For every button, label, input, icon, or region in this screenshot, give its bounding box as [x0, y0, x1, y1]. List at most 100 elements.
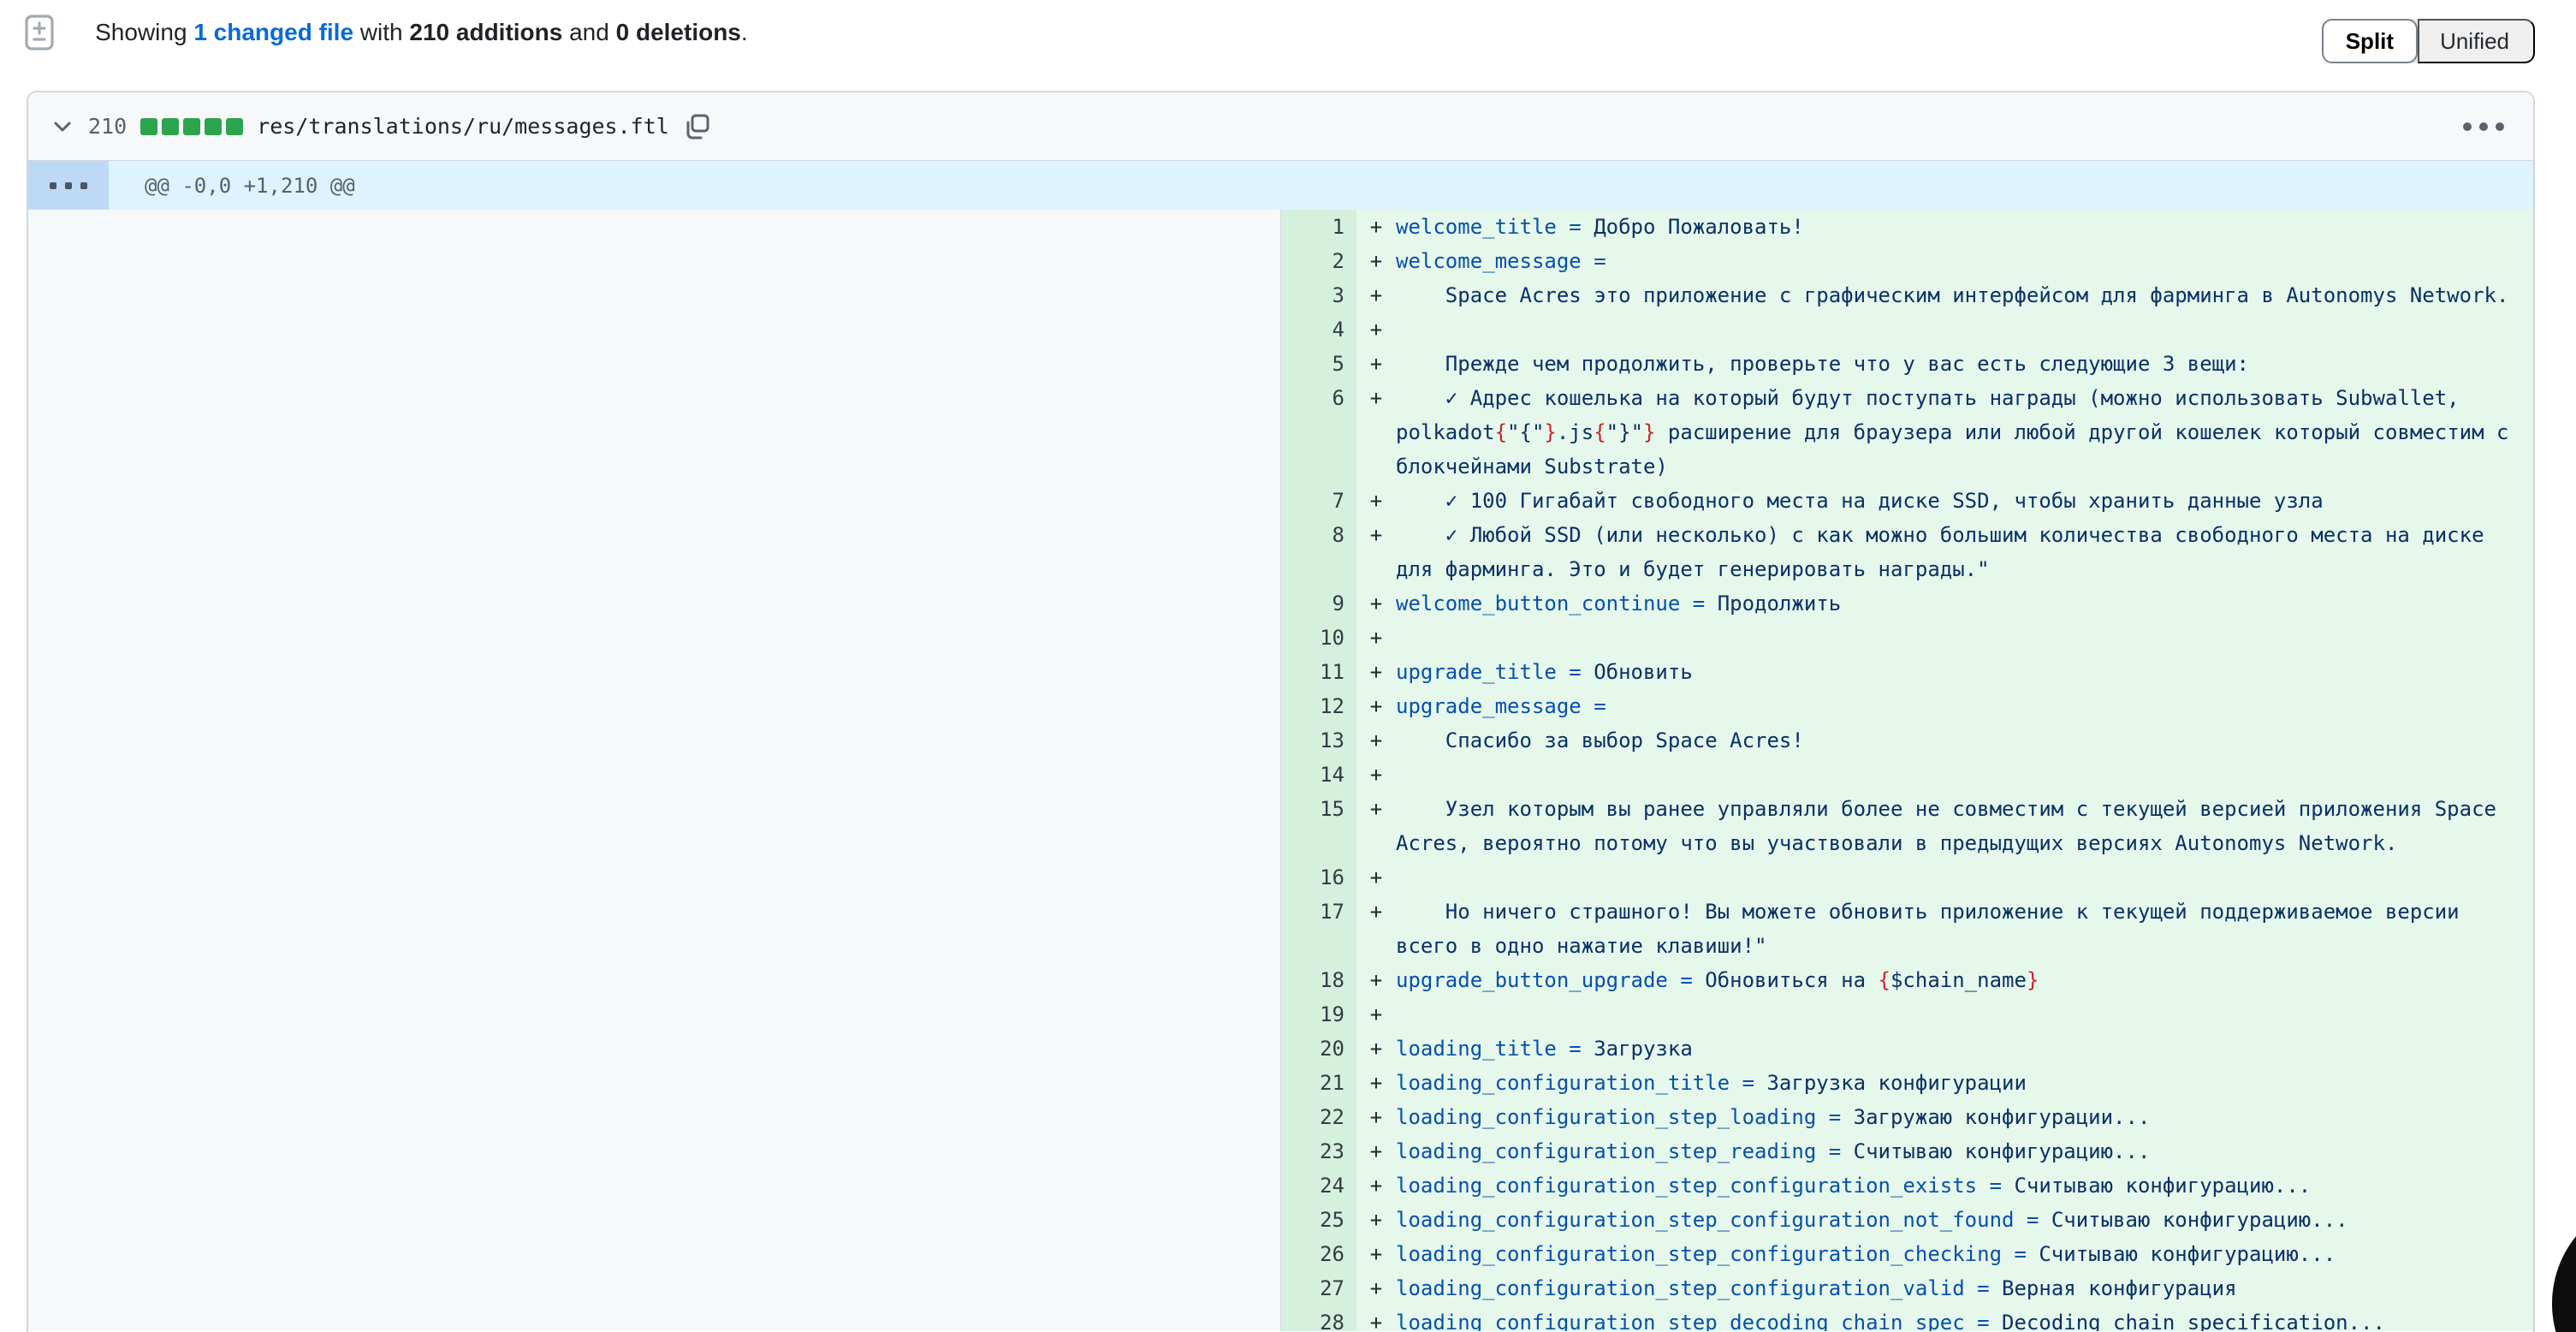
- diff-row: 13+ Спасибо за выбор Space Acres!: [1281, 723, 2533, 758]
- line-number[interactable]: 7: [1281, 484, 1356, 518]
- added-line-marker: +: [1356, 1305, 1396, 1331]
- file-diff-icon: [24, 14, 55, 51]
- line-number[interactable]: 14: [1281, 758, 1356, 792]
- line-number[interactable]: 24: [1281, 1168, 1356, 1203]
- code-line: Но ничего страшного! Вы можете обновить …: [1396, 895, 2521, 963]
- line-number[interactable]: 21: [1281, 1066, 1356, 1100]
- added-line-marker: +: [1356, 518, 1396, 586]
- summary-mid2: and: [562, 19, 615, 45]
- diff-row: 14+: [1281, 758, 2533, 792]
- line-number[interactable]: 15: [1281, 792, 1356, 860]
- line-number[interactable]: 27: [1281, 1271, 1356, 1305]
- file-path[interactable]: res/translations/ru/messages.ftl: [257, 114, 669, 139]
- line-number[interactable]: 4: [1281, 312, 1356, 347]
- added-line-marker: +: [1356, 621, 1396, 655]
- code-line: Прежде чем продолжить, проверьте что у в…: [1396, 347, 2521, 381]
- line-number[interactable]: 11: [1281, 655, 1356, 689]
- line-number[interactable]: 25: [1281, 1203, 1356, 1237]
- diff-row: 5+ Прежде чем продолжить, проверьте что …: [1281, 347, 2533, 381]
- added-line-marker: +: [1356, 997, 1396, 1032]
- diff-row: 12+upgrade_message =: [1281, 689, 2533, 723]
- added-line-marker: +: [1356, 1134, 1396, 1168]
- diff-row: 27+loading_configuration_step_configurat…: [1281, 1271, 2533, 1305]
- line-number[interactable]: 17: [1281, 895, 1356, 963]
- summary-mid1: with: [353, 19, 409, 45]
- diff-row: 22+loading_configuration_step_loading = …: [1281, 1100, 2533, 1134]
- line-number[interactable]: 3: [1281, 278, 1356, 312]
- diff-row: 9+welcome_button_continue = Продолжить: [1281, 586, 2533, 621]
- added-line-marker: +: [1356, 586, 1396, 621]
- diff-row: 24+loading_configuration_step_configurat…: [1281, 1168, 2533, 1203]
- diff-row: 26+loading_configuration_step_configurat…: [1281, 1237, 2533, 1271]
- corner-overlay-shape: [2552, 1197, 2576, 1332]
- code-line: loading_configuration_step_configuration…: [1396, 1237, 2521, 1271]
- summary-text: Showing 1 changed file with 210 addition…: [68, 0, 748, 74]
- line-number[interactable]: 16: [1281, 860, 1356, 895]
- added-line-marker: +: [1356, 484, 1396, 518]
- expand-hunk-button[interactable]: [28, 161, 109, 210]
- unified-view-button[interactable]: Unified: [2418, 19, 2535, 63]
- code-line: ✓ 100 Гигабайт свободного места на диске…: [1396, 484, 2521, 518]
- changed-files-link[interactable]: 1 changed file: [193, 19, 353, 45]
- diff-row: 18+upgrade_button_upgrade = Обновиться н…: [1281, 963, 2533, 997]
- added-line-marker: +: [1356, 278, 1396, 312]
- added-line-marker: +: [1356, 1237, 1396, 1271]
- line-number[interactable]: 9: [1281, 586, 1356, 621]
- code-line: loading_title = Загрузка: [1396, 1032, 2521, 1066]
- copy-path-icon[interactable]: [683, 112, 712, 141]
- diff-row: 16+: [1281, 860, 2533, 895]
- diff-row: 28+loading_configuration_step_decoding_c…: [1281, 1305, 2533, 1331]
- file-additions-count: 210: [88, 114, 127, 139]
- split-view-button[interactable]: Split: [2322, 19, 2418, 63]
- line-number[interactable]: 22: [1281, 1100, 1356, 1134]
- diff-row: 23+loading_configuration_step_reading = …: [1281, 1134, 2533, 1168]
- line-number[interactable]: 18: [1281, 963, 1356, 997]
- added-line-marker: +: [1356, 1168, 1396, 1203]
- diff-row: 11+upgrade_title = Обновить: [1281, 655, 2533, 689]
- code-line: loading_configuration_title = Загрузка к…: [1396, 1066, 2521, 1100]
- added-line-marker: +: [1356, 1032, 1396, 1066]
- line-number[interactable]: 2: [1281, 244, 1356, 278]
- diffstat-blocks: [140, 118, 243, 135]
- deletions-count-text: 0 deletions: [616, 19, 741, 45]
- code-line: loading_configuration_step_configuration…: [1396, 1203, 2521, 1237]
- code-line: Space Acres это приложение с графическим…: [1396, 278, 2521, 312]
- line-number[interactable]: 26: [1281, 1237, 1356, 1271]
- line-number[interactable]: 12: [1281, 689, 1356, 723]
- code-line: [1396, 997, 2521, 1032]
- summary-prefix: Showing: [95, 19, 193, 45]
- line-number[interactable]: 13: [1281, 723, 1356, 758]
- line-number[interactable]: 20: [1281, 1032, 1356, 1066]
- line-number[interactable]: 23: [1281, 1134, 1356, 1168]
- code-line: Спасибо за выбор Space Acres!: [1396, 723, 2521, 758]
- code-line: upgrade_message =: [1396, 689, 2521, 723]
- code-line: Узел которым вы ранее управляли более не…: [1396, 792, 2521, 860]
- code-line: loading_configuration_step_reading = Счи…: [1396, 1134, 2521, 1168]
- code-line: welcome_title = Добро Пожаловать!: [1396, 210, 2521, 244]
- added-line-marker: +: [1356, 792, 1396, 860]
- diff-row: 21+loading_configuration_title = Загрузк…: [1281, 1066, 2533, 1100]
- code-line: [1396, 860, 2521, 895]
- line-number[interactable]: 6: [1281, 381, 1356, 484]
- code-line: welcome_button_continue = Продолжить: [1396, 586, 2521, 621]
- added-line-marker: +: [1356, 210, 1396, 244]
- line-number[interactable]: 1: [1281, 210, 1356, 244]
- added-line-marker: +: [1356, 723, 1396, 758]
- line-number[interactable]: 8: [1281, 518, 1356, 586]
- diff-row: 1+welcome_title = Добро Пожаловать!: [1281, 210, 2533, 244]
- line-number[interactable]: 10: [1281, 621, 1356, 655]
- diff-row: 3+ Space Acres это приложение с графичес…: [1281, 278, 2533, 312]
- code-line: upgrade_button_upgrade = Обновиться на {…: [1396, 963, 2521, 997]
- added-line-marker: +: [1356, 895, 1396, 963]
- code-line: welcome_message =: [1396, 244, 2521, 278]
- hunk-header: @@ -0,0 +1,210 @@: [109, 161, 2533, 210]
- line-number[interactable]: 28: [1281, 1305, 1356, 1331]
- chevron-down-icon[interactable]: [50, 115, 74, 139]
- added-line-marker: +: [1356, 244, 1396, 278]
- diff-row: 25+loading_configuration_step_configurat…: [1281, 1203, 2533, 1237]
- code-line: [1396, 758, 2521, 792]
- line-number[interactable]: 5: [1281, 347, 1356, 381]
- diff-row: 6+ ✓ Адрес кошелька на который будут пос…: [1281, 381, 2533, 484]
- line-number[interactable]: 19: [1281, 997, 1356, 1032]
- file-options-kebab-button[interactable]: [2463, 122, 2509, 131]
